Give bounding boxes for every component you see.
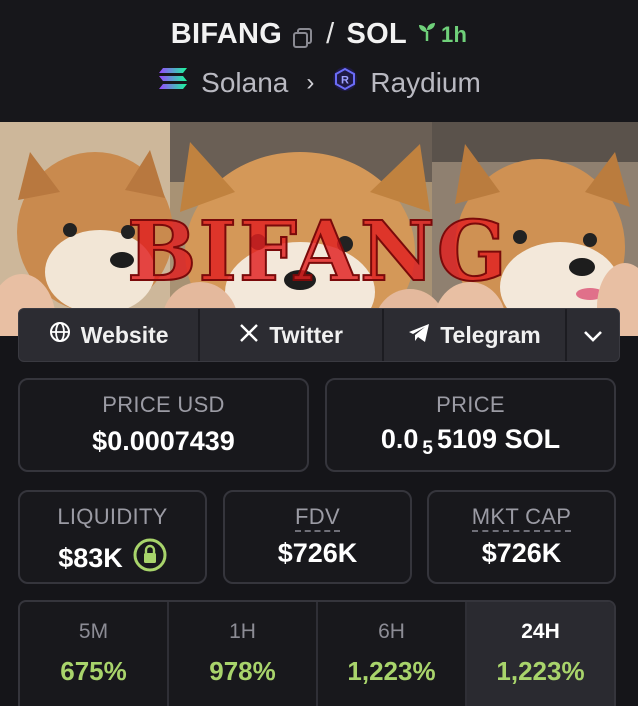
tab-6h-value: 1,223% bbox=[347, 656, 436, 686]
social-links-bar: Website Twitter Telegram bbox=[18, 308, 620, 362]
dex-name[interactable]: Raydium bbox=[370, 67, 480, 99]
x-logo-icon bbox=[239, 322, 259, 349]
telegram-link[interactable]: Telegram bbox=[384, 309, 568, 361]
more-links-button[interactable] bbox=[567, 309, 619, 361]
chain-name[interactable]: Solana bbox=[201, 67, 288, 99]
tab-5m-value: 675% bbox=[60, 656, 127, 686]
price-usd-value: $0.0007439 bbox=[92, 426, 235, 456]
tab-6h[interactable]: 6H 1,223% bbox=[318, 602, 467, 706]
tab-1h-label: 1H bbox=[229, 620, 256, 643]
telegram-label: Telegram bbox=[440, 321, 541, 348]
tab-1h[interactable]: 1H 978% bbox=[169, 602, 318, 706]
pair-title: BIFANG / SOL 1h bbox=[0, 18, 638, 51]
price-change-tabs: 5M 675% 1H 978% 6H 1,223% 24H 1,223% bbox=[18, 600, 616, 706]
liquidity-value: $83K bbox=[58, 543, 123, 573]
price-usd-label: PRICE USD bbox=[102, 392, 225, 417]
pair-separator: / bbox=[326, 18, 335, 50]
liquidity-label: LIQUIDITY bbox=[57, 504, 168, 529]
telegram-icon bbox=[408, 322, 430, 349]
chain-breadcrumb: Solana › R Raydium bbox=[0, 66, 638, 99]
website-link[interactable]: Website bbox=[19, 309, 201, 361]
token-banner-image: BIFANG bbox=[0, 122, 638, 336]
twitter-label: Twitter bbox=[269, 321, 343, 348]
lock-icon[interactable] bbox=[133, 538, 167, 579]
chevron-down-icon bbox=[583, 322, 603, 349]
chevron-right-icon: › bbox=[306, 68, 315, 96]
fdv-value: $726K bbox=[277, 538, 358, 568]
copy-icon[interactable] bbox=[292, 24, 314, 48]
price-native-label: PRICE bbox=[436, 392, 505, 417]
price-native-card: PRICE 0.0 5 5109 SOL bbox=[325, 378, 616, 472]
price-unit: SOL bbox=[504, 424, 561, 454]
tab-5m[interactable]: 5M 675% bbox=[20, 602, 169, 706]
market-cap-card[interactable]: MKT CAP $726K bbox=[427, 490, 616, 584]
solana-logo bbox=[157, 66, 189, 99]
market-cap-label: MKT CAP bbox=[471, 504, 572, 532]
quote-symbol: SOL bbox=[346, 18, 407, 50]
tab-24h-value: 1,223% bbox=[496, 656, 585, 686]
pair-age: 1h bbox=[417, 22, 467, 48]
banner-overlay-text: BIFANG bbox=[127, 204, 509, 300]
price-prefix: 0.0 bbox=[380, 424, 419, 454]
token-symbol: BIFANG bbox=[170, 18, 283, 50]
price-zero-count: 5 bbox=[422, 438, 433, 459]
pair-age-text: 1h bbox=[440, 21, 468, 47]
tab-1h-value: 978% bbox=[209, 656, 276, 686]
raydium-logo: R bbox=[332, 66, 358, 99]
svg-text:R: R bbox=[341, 75, 349, 87]
website-label: Website bbox=[80, 321, 169, 348]
fdv-card[interactable]: FDV $726K bbox=[223, 490, 412, 584]
sprout-icon bbox=[417, 22, 437, 48]
tab-24h-label: 24H bbox=[521, 620, 560, 643]
liquidity-card: LIQUIDITY $83K bbox=[18, 490, 207, 584]
globe-icon bbox=[49, 321, 71, 349]
price-native-value: 0.0 5 5109 SOL bbox=[327, 424, 614, 459]
twitter-link[interactable]: Twitter bbox=[200, 309, 384, 361]
tab-5m-label: 5M bbox=[78, 620, 109, 643]
tab-6h-label: 6H bbox=[378, 620, 405, 643]
tab-24h[interactable]: 24H 1,223% bbox=[467, 602, 614, 706]
liquidity-row: $83K bbox=[20, 538, 205, 579]
price-usd-card: PRICE USD $0.0007439 bbox=[18, 378, 309, 472]
pair-header: BIFANG / SOL 1h Solana › R Raydium bbox=[0, 0, 638, 122]
price-digits: 5109 bbox=[437, 424, 498, 454]
market-cap-value: $726K bbox=[481, 538, 562, 568]
fdv-label: FDV bbox=[295, 504, 340, 532]
